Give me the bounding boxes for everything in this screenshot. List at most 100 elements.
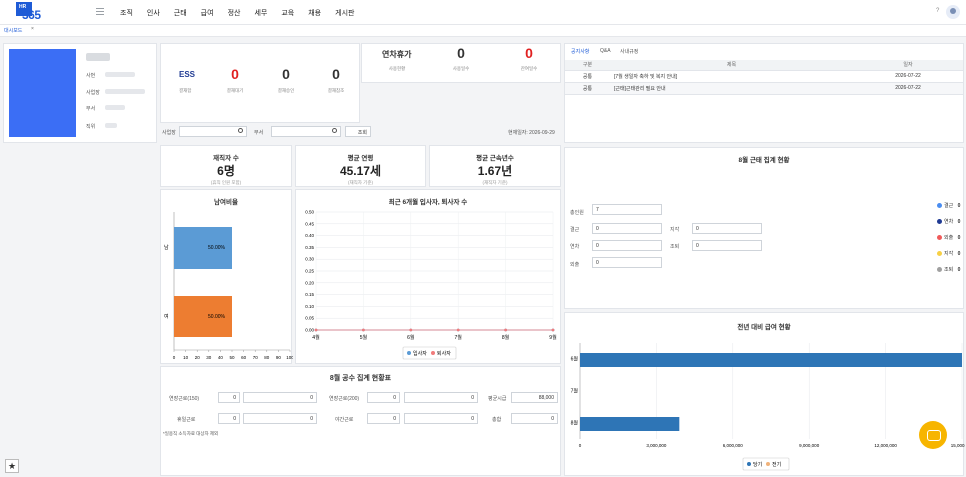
logo[interactable]: HR 365 (16, 2, 46, 23)
stat-card-age: 평균 연령 45.17세 (재직자 기준) (295, 145, 426, 187)
attendance-label-early: 조퇴 (670, 244, 680, 250)
worktime-label-ot200: 연장근로(200) (329, 396, 360, 402)
notice-cell-title[interactable]: [7월 생일자 축하 및 복지 안내] (610, 70, 853, 83)
search-dept-input[interactable] (271, 126, 341, 137)
legend-label: 외출 (944, 235, 954, 241)
hire-x-tick-label: 8월 (502, 334, 510, 341)
notice-cell-date: 2026-07-22 (853, 82, 963, 95)
attendance-total-input[interactable]: 7 (592, 204, 662, 215)
pay-x-tick-label: 3,000,000 (646, 443, 667, 448)
search-site-icon[interactable] (238, 128, 243, 133)
pay-category-label: 8월 (571, 420, 579, 427)
favorite-star-icon[interactable]: ★ (5, 459, 19, 473)
attendance-title: 8월 근태 집계 현황 (738, 157, 790, 164)
worktime-note: *일용직 소득자료 대상자 제외 (163, 431, 219, 436)
tab-close-icon[interactable]: × (31, 26, 34, 32)
legend-hire: 입사자 (413, 350, 427, 357)
notice-tab-rules[interactable]: 사내규정 (620, 48, 638, 55)
ess-pending-count[interactable]: 0 (223, 66, 247, 82)
notice-cell-title[interactable]: [근태]근태관리 필요 안내 (610, 82, 853, 95)
worktime-input-ot150-hours[interactable]: 0 (218, 392, 240, 403)
gender-tick-label: 80 (264, 355, 270, 360)
legend-item: 결근 0 (937, 202, 964, 218)
attendance-input-early[interactable]: 0 (692, 240, 762, 251)
legend-item: 지각 0 (937, 250, 964, 266)
nav-item-recruit[interactable]: 채용 (308, 8, 321, 18)
chatbot-icon[interactable] (919, 421, 947, 449)
ess-reference-count[interactable]: 0 (324, 66, 348, 82)
stat-value: 1.67년 (477, 164, 513, 178)
table-row[interactable]: 공통 [근태]근태관리 필요 안내 2026-07-22 (565, 82, 963, 95)
nav-item-payroll[interactable]: 급여 (201, 8, 214, 18)
nav-item-attendance[interactable]: 근태 (174, 8, 187, 18)
worktime-input-total[interactable]: 0 (511, 413, 558, 424)
leave-remain-count[interactable]: 0 (517, 45, 541, 61)
worktime-input-holiday-hours[interactable]: 0 (218, 413, 240, 424)
current-date: 현재일자: 2026-09-29 (508, 130, 555, 136)
hire-y-tick-label: 0.30 (305, 257, 314, 262)
pay-x-tick-label: 15,000,000 (951, 443, 965, 448)
stat-title: 평균 근속년수 (476, 155, 514, 162)
pay-x-tick-label: 0 (579, 443, 582, 448)
attendance-input-late[interactable]: 0 (692, 223, 762, 234)
nav-item-hr[interactable]: 인사 (147, 8, 160, 18)
main-nav: 조직 인사 근태 급여 정산 세무 교육 채용 게시판 (120, 0, 368, 25)
worktime-input-hourly[interactable]: 88,000 (511, 392, 558, 403)
search-button[interactable]: 조회 (345, 126, 371, 137)
worktime-input-holiday-amount[interactable]: 0 (243, 413, 317, 424)
gender-tick-label: 100 (286, 355, 293, 360)
worktime-input-night-amount[interactable]: 0 (404, 413, 478, 424)
worktime-input-night-hours[interactable]: 0 (367, 413, 400, 424)
gender-tick-label: 30 (206, 355, 212, 360)
series-point (551, 328, 555, 332)
hire-chart-panel: 최근 6개월 입사자, 퇴사자 수 0.50 0.45 0.40 0.35 0.30 0.… (295, 189, 561, 364)
nav-item-education[interactable]: 교육 (281, 8, 294, 18)
help-icon[interactable]: ? (936, 8, 939, 14)
gender-chart-panel: 남여비율 남 여 50.00% 50.00% 0 10 20 30 40 50 60 70 80… (160, 189, 293, 364)
worktime-input-ot150-amount[interactable]: 0 (243, 392, 317, 403)
attendance-input-annual[interactable]: 0 (592, 240, 662, 251)
notice-tab-qna[interactable]: Q&A (600, 48, 611, 54)
hire-y-tick-label: 0.05 (305, 316, 314, 321)
user-avatar-icon[interactable] (946, 5, 960, 19)
nav-item-tax[interactable]: 세무 (254, 8, 267, 18)
worktime-input-ot200-amount[interactable]: 0 (404, 392, 478, 403)
label-female-category: 여 (164, 313, 169, 320)
notice-tab-notice[interactable]: 공지사항 (571, 48, 589, 55)
hamburger-menu-icon[interactable] (96, 8, 104, 16)
legend-value: 0 (957, 235, 961, 241)
logo-number: 365 (22, 8, 41, 22)
stat-title: 재직자 수 (213, 155, 239, 162)
profile-field-site: 사업장 (86, 90, 100, 96)
stat-sub: (재직자 기준) (482, 180, 508, 185)
legend-label: 조퇴 (944, 267, 954, 273)
tab-dashboard[interactable]: 대시보드 (4, 27, 22, 34)
search-dept-icon[interactable] (332, 128, 337, 133)
nav-item-board[interactable]: 게시판 (335, 8, 354, 18)
stat-sub: (휴직 인원 포함) (210, 180, 242, 185)
attendance-input-absent[interactable]: 0 (592, 223, 662, 234)
attendance-input-out[interactable]: 0 (592, 257, 662, 268)
ess-approved-count[interactable]: 0 (274, 66, 298, 82)
attendance-label-absent: 결근 (570, 227, 580, 233)
worktime-input-ot200-hours[interactable]: 0 (367, 392, 400, 403)
search-site-input[interactable] (179, 126, 247, 137)
hire-y-tick-label: 0.10 (305, 304, 314, 309)
tab-bar: 대시보드 × (0, 25, 966, 37)
worktime-panel: 8월 공수 집계 현황표 연장근로(150) 0 0 연장근로(200) 0 0… (160, 366, 561, 476)
hire-y-tick-label: 0.15 (305, 292, 314, 297)
search-site-label: 사업장 (162, 130, 176, 136)
nav-item-org[interactable]: 조직 (120, 8, 133, 18)
leave-used-count[interactable]: 0 (449, 45, 473, 61)
worktime-title: 8월 공수 집계 현황표 (329, 375, 392, 382)
label-male-category: 남 (164, 244, 169, 251)
series-point (314, 328, 318, 332)
notice-table: 구분 제목 일자 공통 [7월 생일자 축하 및 복지 안내] 2026-07-… (565, 60, 963, 95)
legend-item: 외출 0 (937, 234, 964, 250)
notice-col-date: 일자 (853, 60, 963, 71)
nav-item-settlement[interactable]: 정산 (228, 8, 241, 18)
stat-sub: (재직자 기준) (348, 180, 373, 185)
table-row[interactable]: 공통 [7월 생일자 축하 및 복지 안내] 2026-07-22 (565, 70, 963, 83)
worktime-label-total: 총합 (492, 417, 502, 423)
pay-x-tick-label: 12,000,000 (874, 443, 897, 448)
